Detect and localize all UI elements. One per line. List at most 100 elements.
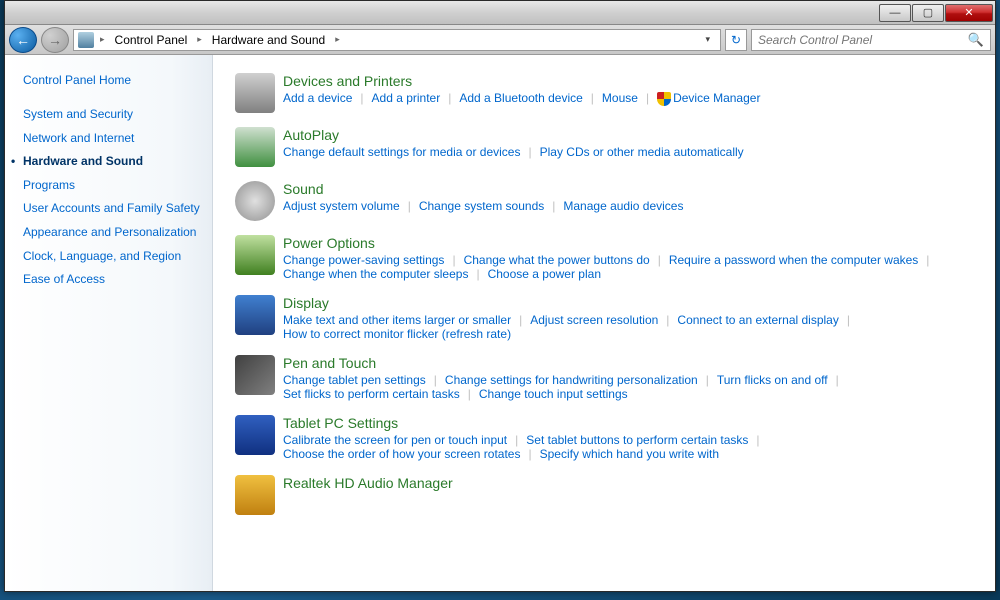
window-buttons: — ▢ ✕ [878,4,993,22]
task-link[interactable]: Require a password when the computer wak… [669,253,918,267]
sidebar-item-programs[interactable]: Programs [23,174,212,198]
task-link[interactable]: Specify which hand you write with [540,447,719,461]
task-link[interactable]: Change what the power buttons do [464,253,650,267]
task-link[interactable]: Calibrate the screen for pen or touch in… [283,433,507,447]
sidebar-item-appearance-and-personalization[interactable]: Appearance and Personalization [23,221,212,245]
category-title-link[interactable]: Pen and Touch [283,355,973,371]
sidebar-item-network-and-internet[interactable]: Network and Internet [23,127,212,151]
link-separator: | [698,373,717,387]
link-separator: | [352,91,371,105]
category-title-link[interactable]: Devices and Printers [283,73,973,89]
autoplay-icon [235,127,275,167]
breadcrumb-control-panel[interactable]: Control Panel [111,33,192,47]
search-box[interactable]: 🔍 [751,29,991,51]
link-separator: | [918,253,937,267]
task-link[interactable]: Change default settings for media or dev… [283,145,520,159]
sidebar-item-clock-language-and-region[interactable]: Clock, Language, and Region [23,245,212,269]
breadcrumb-sep[interactable]: ▸ [331,34,344,45]
task-link[interactable]: Add a Bluetooth device [459,91,582,105]
search-icon[interactable]: 🔍 [968,32,984,48]
breadcrumb-hardware-and-sound[interactable]: Hardware and Sound [208,33,329,47]
link-separator: | [507,433,526,447]
task-link[interactable]: Connect to an external display [677,313,838,327]
link-separator: | [520,447,539,461]
task-link[interactable]: Manage audio devices [563,199,683,213]
control-panel-icon [78,32,94,48]
category-devices-and-printers: Devices and PrintersAdd a device|Add a p… [235,73,973,113]
category-tablet-pc-settings: Tablet PC Settings Calibrate the screen f… [235,415,973,461]
task-link[interactable]: Change power-saving settings [283,253,444,267]
category-body: Power Options Change power-saving setting… [283,235,973,281]
category-pen-and-touch: Pen and TouchChange tablet pen settings|… [235,355,973,401]
shield-icon [657,92,671,106]
category-title-link[interactable]: Display [283,295,973,311]
titlebar: — ▢ ✕ [5,1,995,25]
task-link[interactable]: Change tablet pen settings [283,373,426,387]
breadcrumb-sep[interactable]: ▸ [193,34,206,45]
task-link[interactable]: Add a printer [372,91,441,105]
breadcrumb-dropdown[interactable]: ▾ [699,34,716,45]
category-body: Pen and TouchChange tablet pen settings|… [283,355,973,401]
close-button[interactable]: ✕ [945,4,993,22]
link-separator: | [828,373,847,387]
link-separator: | [544,199,563,213]
content-area: Control Panel Home System and SecurityNe… [5,55,995,591]
link-separator: | [426,373,445,387]
task-link[interactable]: Change when the computer sleeps [283,267,468,281]
task-link[interactable]: Make text and other items larger or smal… [283,313,511,327]
refresh-button[interactable]: ↻ [725,29,747,51]
link-separator: | [520,145,539,159]
link-separator: | [650,253,669,267]
breadcrumb[interactable]: ▸ Control Panel ▸ Hardware and Sound ▸ ▾ [73,29,721,51]
link-separator: | [400,199,419,213]
task-link[interactable]: Add a device [283,91,352,105]
display-icon [235,295,275,335]
task-link[interactable]: Mouse [602,91,638,105]
category-sound: SoundAdjust system volume|Change system … [235,181,973,221]
category-title-link[interactable]: Realtek HD Audio Manager [283,475,973,491]
category-body: AutoPlay Change default settings for medi… [283,127,973,167]
task-link[interactable]: Adjust system volume [283,199,400,213]
task-link[interactable]: Play CDs or other media automatically [540,145,744,159]
category-title-link[interactable]: Sound [283,181,973,197]
category-body: Devices and PrintersAdd a device|Add a p… [283,73,973,113]
sound-icon [235,181,275,221]
task-link[interactable]: Adjust screen resolution [530,313,658,327]
minimize-button[interactable]: — [879,4,911,22]
sidebar-item-ease-of-access[interactable]: Ease of Access [23,268,212,292]
category-realtek-hd-audio-manager: Realtek HD Audio Manager [235,475,973,515]
sidebar-home-link[interactable]: Control Panel Home [23,73,212,87]
task-link[interactable]: Turn flicks on and off [717,373,828,387]
task-link[interactable]: Set flicks to perform certain tasks [283,387,460,401]
category-links: Change tablet pen settings|Change settin… [283,373,973,401]
maximize-button[interactable]: ▢ [912,4,944,22]
task-link[interactable]: Change touch input settings [479,387,628,401]
link-separator: | [440,91,459,105]
task-link[interactable]: Device Manager [657,91,760,106]
category-title-link[interactable]: Tablet PC Settings [283,415,973,431]
category-body: Tablet PC Settings Calibrate the screen f… [283,415,973,461]
category-body: Display Make text and other items larger … [283,295,973,341]
task-link[interactable]: Change settings for handwriting personal… [445,373,698,387]
link-separator: | [658,313,677,327]
task-link[interactable]: Change system sounds [419,199,544,213]
task-link[interactable]: How to correct monitor flicker (refresh … [283,327,511,341]
breadcrumb-sep[interactable]: ▸ [96,34,109,45]
category-links: Make text and other items larger or smal… [283,313,973,341]
pen-icon [235,355,275,395]
sidebar: Control Panel Home System and SecurityNe… [5,55,213,591]
category-title-link[interactable]: Power Options [283,235,973,251]
task-link[interactable]: Set tablet buttons to perform certain ta… [526,433,748,447]
search-input[interactable] [758,33,968,47]
category-title-link[interactable]: AutoPlay [283,127,973,143]
forward-button[interactable]: → [41,27,69,53]
category-links: Change power-saving settings|Change what… [283,253,973,281]
back-button[interactable]: ← [9,27,37,53]
sidebar-item-hardware-and-sound[interactable]: Hardware and Sound [23,150,212,174]
link-separator: | [839,313,858,327]
category-power-options: Power Options Change power-saving setting… [235,235,973,281]
sidebar-item-system-and-security[interactable]: System and Security [23,103,212,127]
sidebar-item-user-accounts-and-family-safety[interactable]: User Accounts and Family Safety [23,197,212,221]
task-link[interactable]: Choose a power plan [488,267,601,281]
task-link[interactable]: Choose the order of how your screen rota… [283,447,520,461]
